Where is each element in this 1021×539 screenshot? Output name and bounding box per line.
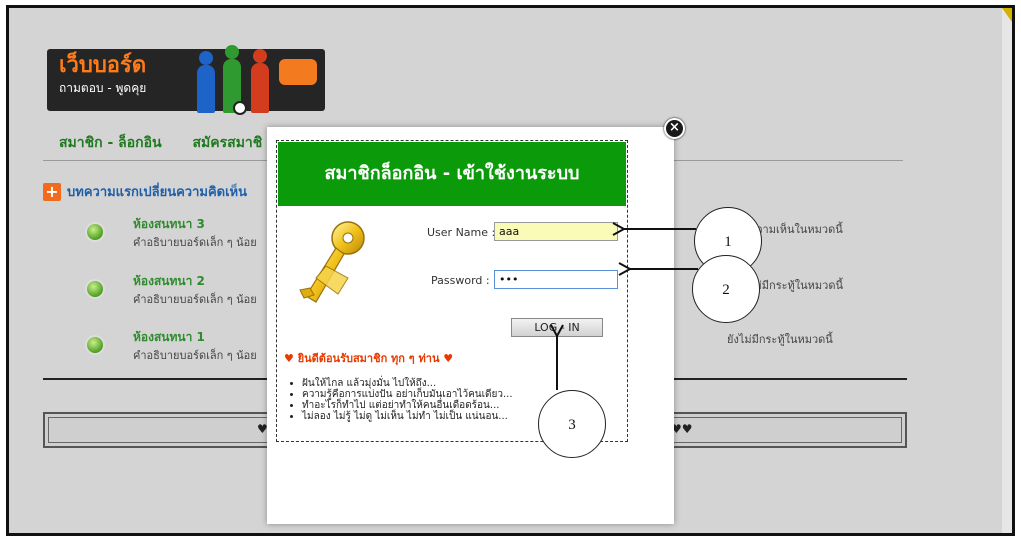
callout-3: 3	[538, 390, 606, 458]
callout-2: 2	[692, 255, 760, 323]
annotation-arrows	[0, 0, 698, 390]
screenshot: เว็บบอร์ด ถามตอบ - พูดคุย สมาชิก - ล็อกอ…	[0, 0, 1021, 539]
